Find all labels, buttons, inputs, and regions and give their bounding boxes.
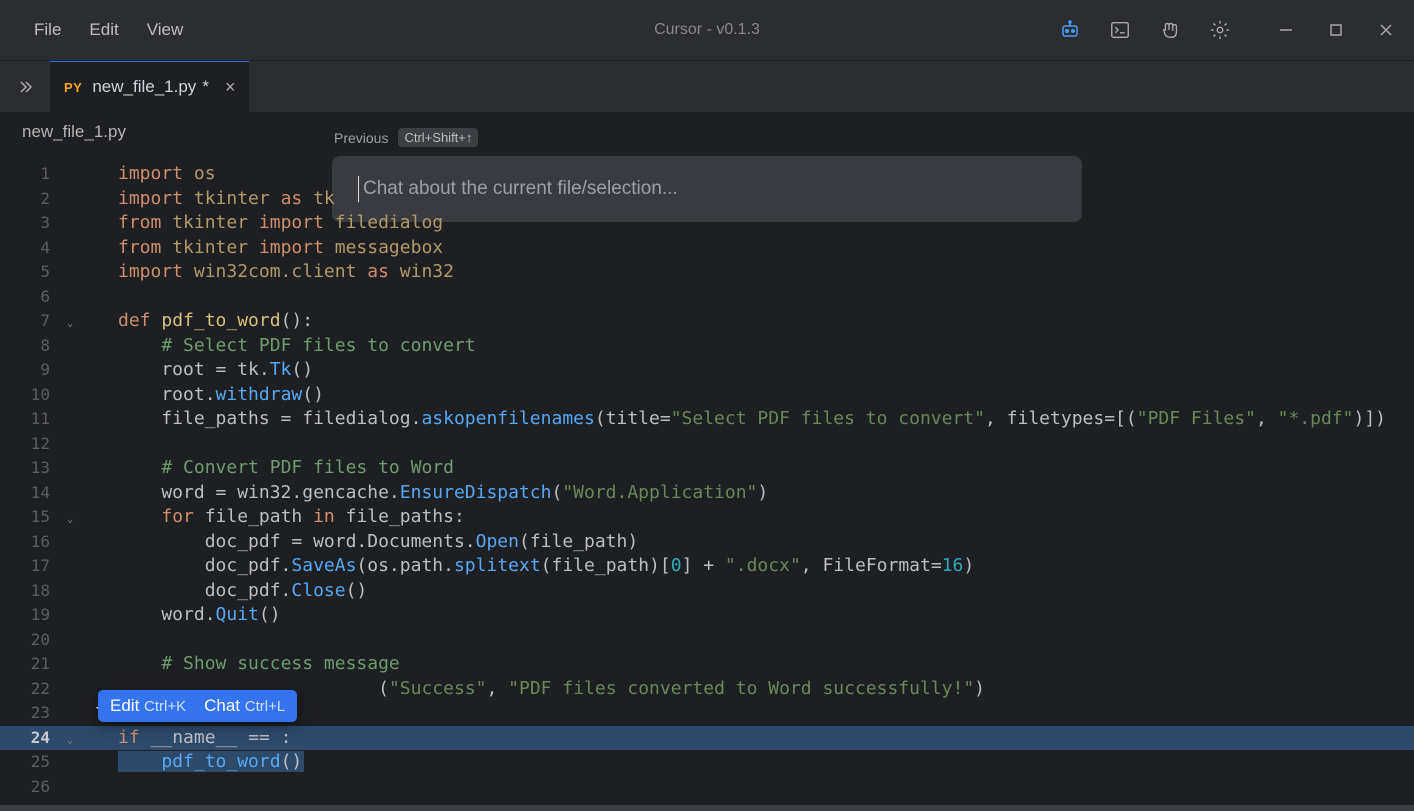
breadcrumb[interactable]: new_file_1.py: [0, 112, 1414, 152]
line-number: 26: [0, 775, 58, 800]
wave-icon[interactable]: [1158, 18, 1182, 42]
chat-previous-shortcut: Ctrl+Shift+↑: [398, 128, 478, 147]
gear-icon[interactable]: [1208, 18, 1232, 42]
line-number: 12: [0, 432, 58, 457]
line-number: 4: [0, 236, 58, 261]
tab-bar: PY new_file_1.py * ×: [0, 60, 1414, 112]
editor-tab[interactable]: PY new_file_1.py * ×: [50, 61, 249, 112]
line-number: 6: [0, 285, 58, 310]
chat-previous-hint: Previous Ctrl+Shift+↑: [334, 128, 478, 147]
line-number: 8: [0, 334, 58, 359]
line-number: 1: [0, 162, 58, 187]
line-number: 16: [0, 530, 58, 555]
line-number: 5: [0, 260, 58, 285]
app-title: Cursor - v0.1.3: [654, 21, 760, 39]
ai-robot-icon[interactable]: [1058, 18, 1082, 42]
line-number: 18: [0, 579, 58, 604]
tab-close-icon[interactable]: ×: [225, 77, 236, 98]
menu-edit[interactable]: Edit: [75, 14, 132, 46]
line-number: 2: [0, 187, 58, 212]
line-number: 22: [0, 677, 58, 702]
tooltip-edit-action[interactable]: Edit Ctrl+K: [110, 696, 186, 716]
line-number: 11: [0, 407, 58, 432]
tab-lang-badge: PY: [64, 80, 82, 95]
fold-chevron-icon[interactable]: ⌄: [58, 726, 82, 753]
status-bar: [0, 805, 1414, 811]
title-actions: [1058, 18, 1398, 42]
fold-chevron-icon[interactable]: ⌄: [58, 505, 82, 532]
line-number: 10: [0, 383, 58, 408]
line-number: 9: [0, 358, 58, 383]
line-number: 3: [0, 211, 58, 236]
line-number: 25: [0, 750, 58, 775]
menu-view[interactable]: View: [133, 14, 198, 46]
chat-previous-label: Previous: [334, 130, 388, 146]
selection-actions-tooltip: Edit Ctrl+K Chat Ctrl+L: [98, 690, 297, 722]
line-number: 17: [0, 554, 58, 579]
menu-file[interactable]: File: [20, 14, 75, 46]
line-number: 7: [0, 309, 58, 334]
minimize-icon[interactable]: [1274, 18, 1298, 42]
line-number: 24: [0, 726, 58, 751]
line-number: 21: [0, 652, 58, 677]
title-bar: File Edit View Cursor - v0.1.3: [0, 0, 1414, 60]
line-number: 14: [0, 481, 58, 506]
line-number: 23: [0, 701, 58, 726]
maximize-icon[interactable]: [1324, 18, 1348, 42]
tab-filename: new_file_1.py: [92, 77, 196, 97]
tab-overflow-icon[interactable]: [0, 61, 50, 112]
terminal-icon[interactable]: [1108, 18, 1132, 42]
menu-bar: File Edit View: [0, 14, 197, 46]
line-number: 13: [0, 456, 58, 481]
fold-chevron-icon[interactable]: ⌄: [58, 309, 82, 336]
line-number: 20: [0, 628, 58, 653]
line-number: 15: [0, 505, 58, 530]
tooltip-chat-action[interactable]: Chat Ctrl+L: [204, 696, 285, 716]
close-icon[interactable]: [1374, 18, 1398, 42]
tab-dirty-indicator: *: [202, 77, 209, 97]
line-number: 19: [0, 603, 58, 628]
